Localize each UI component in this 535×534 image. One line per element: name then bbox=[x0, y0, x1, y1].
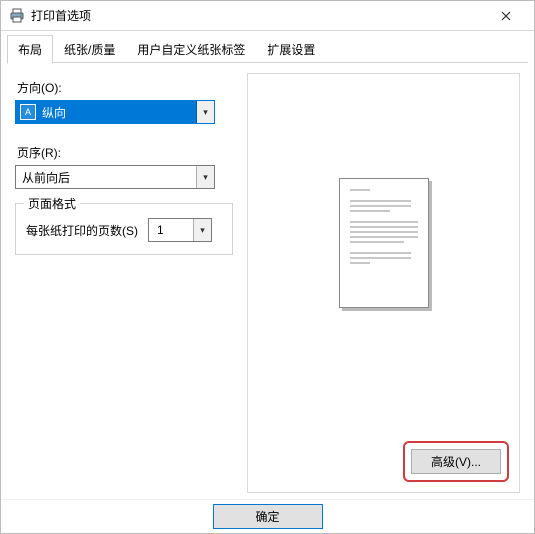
print-preferences-window: 打印首选项 布局 纸张/质量 用户自定义纸张标签 扩展设置 方向(O): A 纵… bbox=[0, 0, 535, 534]
dialog-footer: 确定 bbox=[1, 499, 534, 533]
chevron-down-icon: ▾ bbox=[196, 166, 214, 188]
advanced-button[interactable]: 高级(V)... bbox=[411, 449, 501, 474]
titlebar: 打印首选项 bbox=[1, 1, 534, 31]
page-format-group: 页面格式 每张纸打印的页数(S) 1 ▾ bbox=[15, 203, 233, 255]
left-column: 方向(O): A 纵向 ▾ 页序(R): 从前向后 ▾ 页面格式 每张纸打印的页… bbox=[15, 73, 233, 493]
page-format-legend: 页面格式 bbox=[24, 195, 80, 212]
pages-per-sheet-label: 每张纸打印的页数(S) bbox=[26, 222, 138, 239]
printer-icon bbox=[9, 8, 25, 24]
tab-custom-paper[interactable]: 用户自定义纸张标签 bbox=[126, 35, 256, 63]
close-button[interactable] bbox=[486, 1, 526, 30]
advanced-highlight-box: 高级(V)... bbox=[403, 441, 509, 482]
page-order-value: 从前向后 bbox=[16, 169, 70, 186]
window-title: 打印首选项 bbox=[31, 7, 486, 24]
pages-per-sheet-value: 1 bbox=[149, 223, 193, 237]
orientation-value: 纵向 bbox=[40, 104, 66, 121]
ok-button[interactable]: 确定 bbox=[213, 504, 323, 529]
tab-paper-quality[interactable]: 纸张/质量 bbox=[53, 35, 126, 63]
orientation-select[interactable]: A 纵向 ▾ bbox=[15, 100, 215, 124]
portrait-page-icon: A bbox=[20, 104, 36, 120]
tab-layout[interactable]: 布局 bbox=[7, 35, 53, 64]
tab-extended[interactable]: 扩展设置 bbox=[256, 35, 326, 63]
orientation-label: 方向(O): bbox=[17, 79, 233, 96]
page-order-select[interactable]: 从前向后 ▾ bbox=[15, 165, 215, 189]
layout-panel: 方向(O): A 纵向 ▾ 页序(R): 从前向后 ▾ 页面格式 每张纸打印的页… bbox=[1, 63, 534, 499]
tabstrip: 布局 纸张/质量 用户自定义纸张标签 扩展设置 bbox=[1, 31, 534, 63]
pages-per-sheet-select[interactable]: 1 ▾ bbox=[148, 218, 212, 242]
preview-pane: 高级(V)... bbox=[247, 73, 520, 493]
chevron-down-icon: ▾ bbox=[193, 219, 211, 241]
preview-page-thumbnail bbox=[339, 178, 429, 308]
chevron-down-icon: ▾ bbox=[196, 101, 214, 123]
page-order-label: 页序(R): bbox=[17, 144, 233, 161]
